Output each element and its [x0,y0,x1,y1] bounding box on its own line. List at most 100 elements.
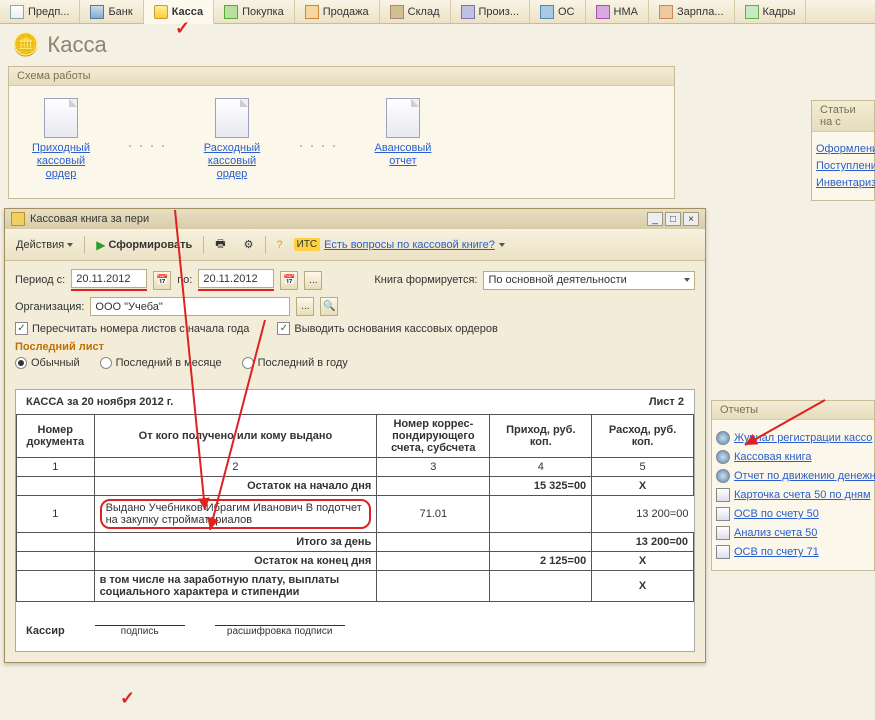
chevron-down-icon [499,243,505,247]
document-icon [215,98,249,138]
org-select-button[interactable]: 🔍 [320,297,338,316]
calendar-button[interactable]: 📅 [153,271,171,290]
reports-panel: Отчеты Журнал регистрации кассо Кассовая… [711,400,875,571]
scheme-item-advance-report[interactable]: Авансовый отчет [367,98,439,168]
scheme-link[interactable]: Приходный кассовый ордер [25,142,97,182]
document-icon [44,98,78,138]
tab-os[interactable]: ОС [530,0,586,23]
nma-icon [596,5,610,19]
globe-icon [716,469,730,483]
period-label: Период с: [15,274,65,286]
scheme-item-expense-order[interactable]: Расходный кассовый ордер [196,98,268,182]
side-link[interactable]: Поступление [816,160,870,172]
show-basis-checkbox[interactable]: Выводить основания кассовых ордеров [277,322,497,335]
org-picker-button[interactable]: ... [296,297,314,316]
to-label: по: [177,274,192,286]
report-link-journal[interactable]: Журнал регистрации кассо [716,431,870,445]
signature-box: подпись [95,610,185,637]
scheme-link[interactable]: Расходный кассовый ордер [196,142,268,182]
tab-nma[interactable]: НМА [586,0,649,23]
tab-label: Касса [172,6,203,18]
filter-form: Период с: 20.11.2012 📅 по: 20.11.2012 📅 … [5,261,705,383]
closing-balance-row: Остаток на конец дня 2 125=00 Х [17,552,694,571]
opening-balance-row: Остаток на начало дня 15 325=00 Х [17,477,694,496]
reports-links: Журнал регистрации кассо Кассовая книга … [712,420,874,570]
window-controls: _ □ × [647,212,699,226]
bank-icon [90,5,104,19]
gear-icon: ⚙ [244,238,254,251]
table-num-row: 1 2 3 4 5 [17,458,694,477]
report-link-card50[interactable]: Карточка счета 50 по дням [716,488,870,502]
tab-hr[interactable]: Кадры [735,0,807,23]
tab-sale[interactable]: Продажа [295,0,380,23]
side-links: Оформление ордера Поступление Инвентариз… [812,132,874,200]
tab-label: Зарпла... [677,6,724,18]
cashier-label: Кассир [26,625,65,637]
hr-icon [745,5,759,19]
tab-bank[interactable]: Банк [80,0,143,23]
tab-label: Предп... [28,6,69,18]
radio-year[interactable]: Последний в году [242,357,348,369]
radio-month[interactable]: Последний в месяце [100,357,222,369]
period-picker-button[interactable]: ... [304,271,322,290]
report-link-cashbook[interactable]: Кассовая книга [716,450,870,464]
report-link-osv71[interactable]: ОСВ по счету 71 [716,545,870,559]
salary-icon [659,5,673,19]
date-from-input[interactable]: 20.11.2012 [71,269,147,288]
os-icon [540,5,554,19]
tab-label: Кадры [763,6,796,18]
workflow-scheme-panel: Схема работы Приходный кассовый ордер · … [8,66,675,199]
radio-icon [15,357,27,369]
side-link[interactable]: Оформление ордера [816,143,870,155]
tab-salary[interactable]: Зарпла... [649,0,735,23]
tab-cash[interactable]: Касса [144,0,214,24]
minimize-button[interactable]: _ [647,212,663,226]
report-title: КАССА за 20 ноября 2012 г. [26,396,173,408]
table-row: 1 Выдано Учебников Ибрагим Иванович В по… [17,496,694,533]
panel-title: Статьи на с [812,101,874,132]
panel-title: Схема работы [9,67,674,86]
recount-checkbox[interactable]: Пересчитать номера листов с начала года [15,322,249,335]
table-icon [716,526,730,540]
calendar-button[interactable]: 📅 [280,271,298,290]
window-icon [11,212,25,226]
flow-dots: · · · · [298,135,337,156]
maximize-button[interactable]: □ [665,212,681,226]
print-button[interactable]: 🖶 [208,232,232,257]
radio-usual[interactable]: Обычный [15,357,80,369]
report-link-analysis50[interactable]: Анализ счета 50 [716,526,870,540]
tab-purchase[interactable]: Покупка [214,0,295,23]
scheme-link[interactable]: Авансовый отчет [367,142,439,168]
tab-enterprise[interactable]: Предп... [0,0,80,23]
checkbox-icon [15,322,28,335]
coins-icon: 🪙 [12,32,39,58]
report-link-osv50[interactable]: ОСВ по счету 50 [716,507,870,521]
report-link-cashflow[interactable]: Отчет по движению денежн [716,469,870,483]
settings-button[interactable]: ⚙ [237,235,261,254]
tab-label: Склад [408,6,440,18]
annotation-check: ✓ [120,688,135,709]
window-titlebar[interactable]: Кассовая книга за пери _ □ × [5,209,705,229]
date-to-input[interactable]: 20.11.2012 [198,269,274,288]
tab-production[interactable]: Произ... [451,0,531,23]
faq-link[interactable]: Есть вопросы по кассовой книге? [324,239,495,251]
tab-label: Произ... [479,6,520,18]
cash-icon [154,5,168,19]
tab-label: Покупка [242,6,284,18]
side-link[interactable]: Инвентаризац организации [816,177,870,189]
tab-stock[interactable]: Склад [380,0,451,23]
report-area: КАССА за 20 ноября 2012 г. Лист 2 Номер … [15,389,695,652]
close-button[interactable]: × [683,212,699,226]
chevron-down-icon [684,278,690,282]
org-label: Организация: [15,301,84,313]
scheme-item-income-order[interactable]: Приходный кассовый ордер [25,98,97,182]
help-button[interactable]: ? [270,236,290,254]
last-sheet-label: Последний лист [15,341,695,353]
signature-row: Кассир подпись расшифровка подписи [16,602,694,651]
day-total-row: Итого за день 13 200=00 [17,533,694,552]
book-type-select[interactable]: По основной деятельности [483,271,695,290]
checkbox-icon [277,322,290,335]
form-button[interactable]: ▶ Сформировать [89,235,199,255]
actions-menu[interactable]: Действия [9,236,80,254]
organization-input[interactable]: ООО "Учеба" [90,297,290,316]
